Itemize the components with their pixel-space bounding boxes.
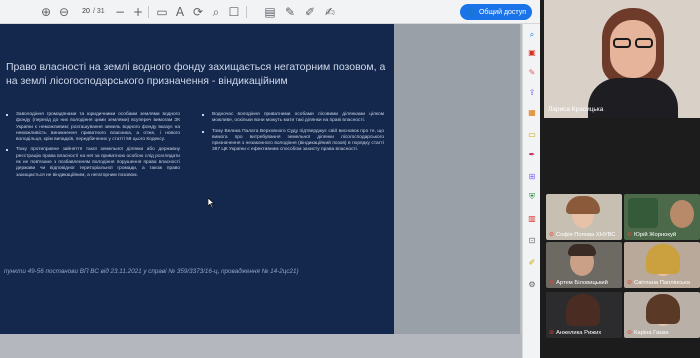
scan-icon[interactable]: ⊞ bbox=[526, 172, 538, 182]
participant-face bbox=[670, 200, 694, 228]
participant-hair bbox=[566, 196, 600, 214]
export-pdf-icon[interactable]: ⇪ bbox=[526, 88, 538, 98]
search-icon[interactable]: ⌕ bbox=[208, 4, 224, 20]
slide-bullet: Тому протиправне зайняття такої земельно… bbox=[4, 147, 180, 178]
participant-label: ⊘ Артем Біловицький bbox=[549, 279, 620, 286]
speaker-video bbox=[544, 0, 700, 118]
create-pdf-icon[interactable]: ▣ bbox=[526, 48, 538, 58]
mic-off-icon: ⊘ bbox=[627, 329, 633, 336]
mouse-cursor-icon bbox=[208, 198, 215, 208]
more-tools-icon[interactable]: ⚙ bbox=[526, 280, 538, 290]
speaker-face bbox=[610, 20, 656, 78]
page-number-input[interactable]: 20 bbox=[80, 6, 92, 18]
participant-hair bbox=[568, 244, 596, 256]
participant-label: ⊘ Каріна Гаєва bbox=[627, 329, 698, 336]
slide-bullet: Водночас володіння приватними особами лі… bbox=[200, 112, 384, 125]
slide-title: Право власності на землі водного фонду з… bbox=[6, 61, 386, 87]
share-button[interactable]: 👤 Общий доступ bbox=[460, 4, 532, 20]
zoom-out-icon[interactable]: − bbox=[112, 4, 128, 20]
screen: ⊕ ⊖ 20 / 31 − + ▭ A ⟳ ⌕ ☐ ▤ ✎ ✐ ✍ 👤 Общи… bbox=[0, 0, 700, 358]
share-icon: 👤 bbox=[466, 7, 476, 17]
draw-icon[interactable]: ✎ bbox=[282, 4, 298, 20]
scroll-up-icon[interactable]: ⊕ bbox=[38, 4, 54, 20]
participant-name: Світлана Паплінська bbox=[634, 279, 690, 286]
slide-bullet: Заволодіння громадянами та юридичними ос… bbox=[4, 112, 180, 143]
read-aloud-icon[interactable]: A bbox=[172, 4, 188, 20]
toolbar-divider bbox=[148, 6, 149, 18]
layout-icon[interactable]: ☐ bbox=[226, 4, 242, 20]
participant-tile[interactable]: ⊘ Світлана Паплінська bbox=[624, 242, 700, 288]
search-tool-icon[interactable]: ⌕ bbox=[526, 30, 538, 40]
page-total: / 31 bbox=[93, 8, 105, 15]
participant-label: ⊘ Анжелика Рижих bbox=[549, 329, 620, 336]
mic-off-icon: ⊘ bbox=[549, 279, 555, 286]
participant-hair bbox=[646, 294, 680, 324]
speaker-name: Лариса Красицька bbox=[548, 106, 604, 113]
slide-right-column: Водночас володіння приватними особами лі… bbox=[200, 112, 384, 158]
right-tool-rail: ⌕ ▣ ✎ ⇪ ▦ ▭ ✒ ⊞ ⛨ ▥ ⊡ ✐ ⚙ bbox=[522, 24, 540, 358]
mic-off-icon: ⊘ bbox=[549, 231, 555, 238]
slide-footer-citation: пункти 49-56 постанови ВП ВС від 23.11.2… bbox=[4, 268, 299, 275]
participant-name: Артем Біловицький bbox=[556, 279, 608, 286]
participant-tile[interactable]: ⊘ Анжелика Рижих bbox=[546, 292, 622, 338]
participant-name: Юрій Жорнокуй bbox=[634, 231, 677, 238]
slide-bullet: Тому Велика Палата Верховного Суду підтв… bbox=[200, 129, 384, 154]
participant-tile[interactable]: ⊘ Каріна Гаєва bbox=[624, 292, 700, 338]
share-button-label: Общий доступ bbox=[478, 8, 526, 16]
participant-name: Софія Попова ХНУВС bbox=[556, 231, 616, 238]
participant-tile[interactable]: ⊘ Артем Біловицький bbox=[546, 242, 622, 288]
participant-background-books bbox=[628, 198, 658, 228]
participant-label: ⊘ Софія Попова ХНУВС bbox=[549, 231, 620, 238]
scroll-down-icon[interactable]: ⊖ bbox=[56, 4, 72, 20]
measure-icon[interactable]: ⊡ bbox=[526, 236, 538, 246]
participant-tile[interactable]: ⊘ Юрій Жорнокуй bbox=[624, 194, 700, 240]
protect-icon[interactable]: ⛨ bbox=[526, 192, 538, 202]
mic-off-icon: ⊘ bbox=[549, 329, 555, 336]
participant-label: ⊘ Юрій Жорнокуй bbox=[627, 231, 698, 238]
slide-left-column: Заволодіння громадянами та юридичними ос… bbox=[4, 112, 180, 183]
rotate-icon[interactable]: ⟳ bbox=[190, 4, 206, 20]
participant-name: Анжелика Рижих bbox=[556, 329, 602, 336]
participant-hair bbox=[646, 244, 680, 274]
sign-icon[interactable]: ✍ bbox=[322, 4, 338, 20]
mic-off-icon: ⊘ bbox=[627, 279, 633, 286]
comment-tool-icon[interactable]: ▭ bbox=[526, 130, 538, 140]
page-margin-bottom bbox=[0, 334, 522, 358]
fill-sign-icon[interactable]: ✒ bbox=[526, 150, 538, 160]
participant-name: Каріна Гаєва bbox=[634, 329, 669, 336]
participant-tile[interactable]: ⊘ Софія Попова ХНУВС bbox=[546, 194, 622, 240]
compress-icon[interactable]: ▥ bbox=[526, 214, 538, 224]
stamp-icon[interactable]: ✐ bbox=[526, 258, 538, 268]
participant-hair bbox=[566, 294, 600, 326]
page-margin-right bbox=[394, 24, 520, 334]
zoom-in-icon[interactable]: + bbox=[130, 4, 146, 20]
comment-icon[interactable]: ▤ bbox=[262, 4, 278, 20]
mic-off-icon: ⊘ bbox=[627, 231, 633, 238]
pdf-toolbar: ⊕ ⊖ 20 / 31 − + ▭ A ⟳ ⌕ ☐ ▤ ✎ ✐ ✍ 👤 Общи… bbox=[0, 0, 540, 24]
edit-pdf-icon[interactable]: ✎ bbox=[526, 68, 538, 78]
pdf-viewer: ⊕ ⊖ 20 / 31 − + ▭ A ⟳ ⌕ ☐ ▤ ✎ ✐ ✍ 👤 Общи… bbox=[0, 0, 540, 358]
speaker-glasses bbox=[610, 38, 656, 48]
participant-label: ⊘ Світлана Паплінська bbox=[627, 279, 698, 286]
toolbar-divider bbox=[246, 6, 247, 18]
fit-page-icon[interactable]: ▭ bbox=[154, 4, 170, 20]
organize-pages-icon[interactable]: ▦ bbox=[526, 108, 538, 118]
highlight-icon[interactable]: ✐ bbox=[302, 4, 318, 20]
